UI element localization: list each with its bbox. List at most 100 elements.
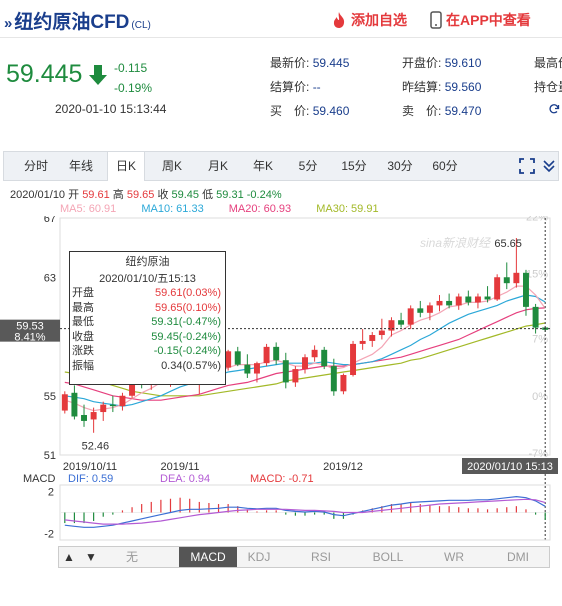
max-price-label: 65.65	[494, 238, 522, 250]
chevron-down-icon[interactable]	[542, 158, 556, 174]
candle-body	[119, 395, 126, 407]
candle-body	[532, 306, 539, 328]
tooltip-label: 涨跌	[72, 345, 94, 357]
tooltip-row: 收盘 59.45(-0.24%)	[70, 330, 225, 345]
candle-body	[282, 360, 289, 383]
candle-body	[273, 346, 280, 361]
instrument-name: 纽约原油CFD	[14, 12, 130, 33]
high-price-field: 最高价	[534, 56, 562, 70]
open-label: 开	[68, 189, 80, 201]
high-value: 59.65	[126, 189, 155, 201]
settle-price-field: 结算价: --	[270, 78, 321, 95]
ohlc-summary: 2020/01/10 开 59.61 高 59.65 收 59.45 低 59.…	[10, 186, 282, 202]
tab-9[interactable]: 60分	[424, 152, 466, 180]
dif-line	[64, 495, 546, 528]
add-watchlist-label: 添加自选	[351, 12, 407, 28]
tab-8[interactable]: 30分	[380, 152, 420, 180]
ohlc-date: 2020/01/10	[10, 189, 66, 201]
candle-body	[369, 335, 376, 341]
candle-body	[253, 363, 260, 374]
tooltip-row: 最低 59.31(-0.47%)	[70, 315, 225, 330]
field-value: 59.445	[312, 56, 350, 70]
current-pct-label: 8.41%	[14, 332, 45, 344]
tab-6[interactable]: 5分	[289, 152, 327, 180]
close-value: 59.45	[171, 189, 200, 201]
candle-body	[71, 392, 78, 417]
add-watchlist-button[interactable]: 添加自选	[331, 10, 407, 30]
fullscreen-icon[interactable]	[519, 158, 535, 174]
candle-body	[292, 369, 299, 383]
down-arrow-icon	[89, 65, 107, 85]
scroll-up-button[interactable]: ▲	[59, 547, 79, 567]
candle-body	[330, 366, 337, 392]
ma20-label: MA20: 60.93	[228, 203, 292, 215]
indicator-tab-5[interactable]: WR	[427, 547, 481, 567]
candle-body	[359, 340, 366, 344]
dea-label: DEA: 0.94	[160, 473, 210, 485]
field-value: 59.460	[312, 104, 350, 118]
y-tick-label: 67	[44, 216, 56, 225]
field-label: 开盘价:	[402, 56, 442, 70]
x-axis-label: 2019/12	[323, 461, 363, 473]
high-label: 高	[112, 189, 124, 201]
min-price-label: 52.46	[82, 440, 110, 452]
candle-body	[446, 300, 453, 306]
tooltip-value: 0.34(0.57%)	[161, 359, 221, 372]
field-value: 59.560	[444, 80, 482, 94]
tooltip-label: 最高	[72, 301, 94, 314]
indicator-tab-2[interactable]: KDJ	[231, 547, 287, 567]
indicator-tabbar: ▲ ▼ 无 MACD KDJ RSI BOLL WR DMI	[58, 546, 550, 568]
tab-7[interactable]: 15分	[333, 152, 375, 180]
buy-price-field: 买 价: 59.460	[270, 102, 349, 119]
candle-body	[426, 305, 433, 313]
ma30-label: MA30: 59.91	[316, 203, 379, 215]
refresh-icon[interactable]	[548, 103, 560, 115]
tooltip-title: 纽约原油	[125, 256, 170, 268]
tooltip-row: 振幅 0.34(0.57%)	[70, 359, 225, 374]
field-label: 卖 价:	[402, 104, 442, 118]
scroll-down-button[interactable]: ▼	[81, 547, 101, 567]
pct-tick-label: -7%	[528, 448, 548, 460]
indicator-tab-1[interactable]: MACD	[179, 547, 237, 567]
chevron-icon: »	[4, 15, 13, 32]
cursor-date-label: 2020/01/10 15:13	[467, 461, 553, 473]
price-change: -0.115 -0.19%	[114, 58, 152, 98]
tab-0[interactable]: 分时	[16, 152, 56, 180]
indicator-tab-0[interactable]: 无	[103, 547, 161, 567]
change-percent: -0.19%	[114, 81, 153, 95]
field-label: 买 价:	[270, 104, 310, 118]
tooltip-label: 最低	[72, 316, 94, 328]
tooltip-row: 最高 59.65(0.10%)	[70, 301, 225, 316]
instrument-title: » 纽约原油CFD (CL)	[4, 7, 151, 34]
tab-1[interactable]: 年线	[60, 152, 102, 180]
candle-body	[494, 277, 501, 300]
position-field: 持仓量	[534, 80, 562, 94]
candle-body	[455, 296, 462, 306]
tooltip-value: 59.61(0.03%)	[154, 287, 221, 299]
ma10-label: MA10: 61.33	[141, 203, 204, 215]
pct-tick-label: 7%	[532, 334, 548, 346]
tooltip-row: 开盘 59.61(0.03%)	[70, 286, 225, 301]
view-in-app-button[interactable]: 在APP中查看	[430, 10, 531, 30]
tooltip-value: 59.31(-0.47%)	[151, 316, 221, 328]
watermark: sina新浪财经	[420, 236, 492, 250]
tooltip-date: 2020/01/10/五15:13	[99, 273, 196, 285]
candle-body	[503, 277, 510, 284]
candle-body	[513, 272, 520, 284]
change-value: -0.115	[114, 61, 148, 75]
tab-2[interactable]: 日K	[107, 152, 145, 181]
dif-label: DIF: 0.59	[68, 473, 113, 485]
tab-5[interactable]: 年K	[242, 152, 284, 180]
close-label: 收	[157, 189, 169, 201]
tab-3[interactable]: 周K	[151, 152, 193, 180]
tooltip-row: 涨跌 -0.15(-0.24%)	[70, 344, 225, 359]
tab-4[interactable]: 月K	[198, 152, 238, 180]
indicator-tab-6[interactable]: DMI	[487, 547, 549, 567]
candle-body	[81, 415, 87, 421]
period-tabbar: 分时 年线 日K 周K 月K 年K 5分 15分 30分 60分	[3, 151, 559, 181]
candle-body	[417, 308, 424, 313]
indicator-tab-3[interactable]: RSI	[293, 547, 349, 567]
tooltip-value: 59.45(-0.24%)	[151, 330, 221, 343]
indicator-tab-4[interactable]: BOLL	[355, 547, 421, 567]
prev-settle-field: 昨结算: 59.560	[402, 78, 481, 95]
